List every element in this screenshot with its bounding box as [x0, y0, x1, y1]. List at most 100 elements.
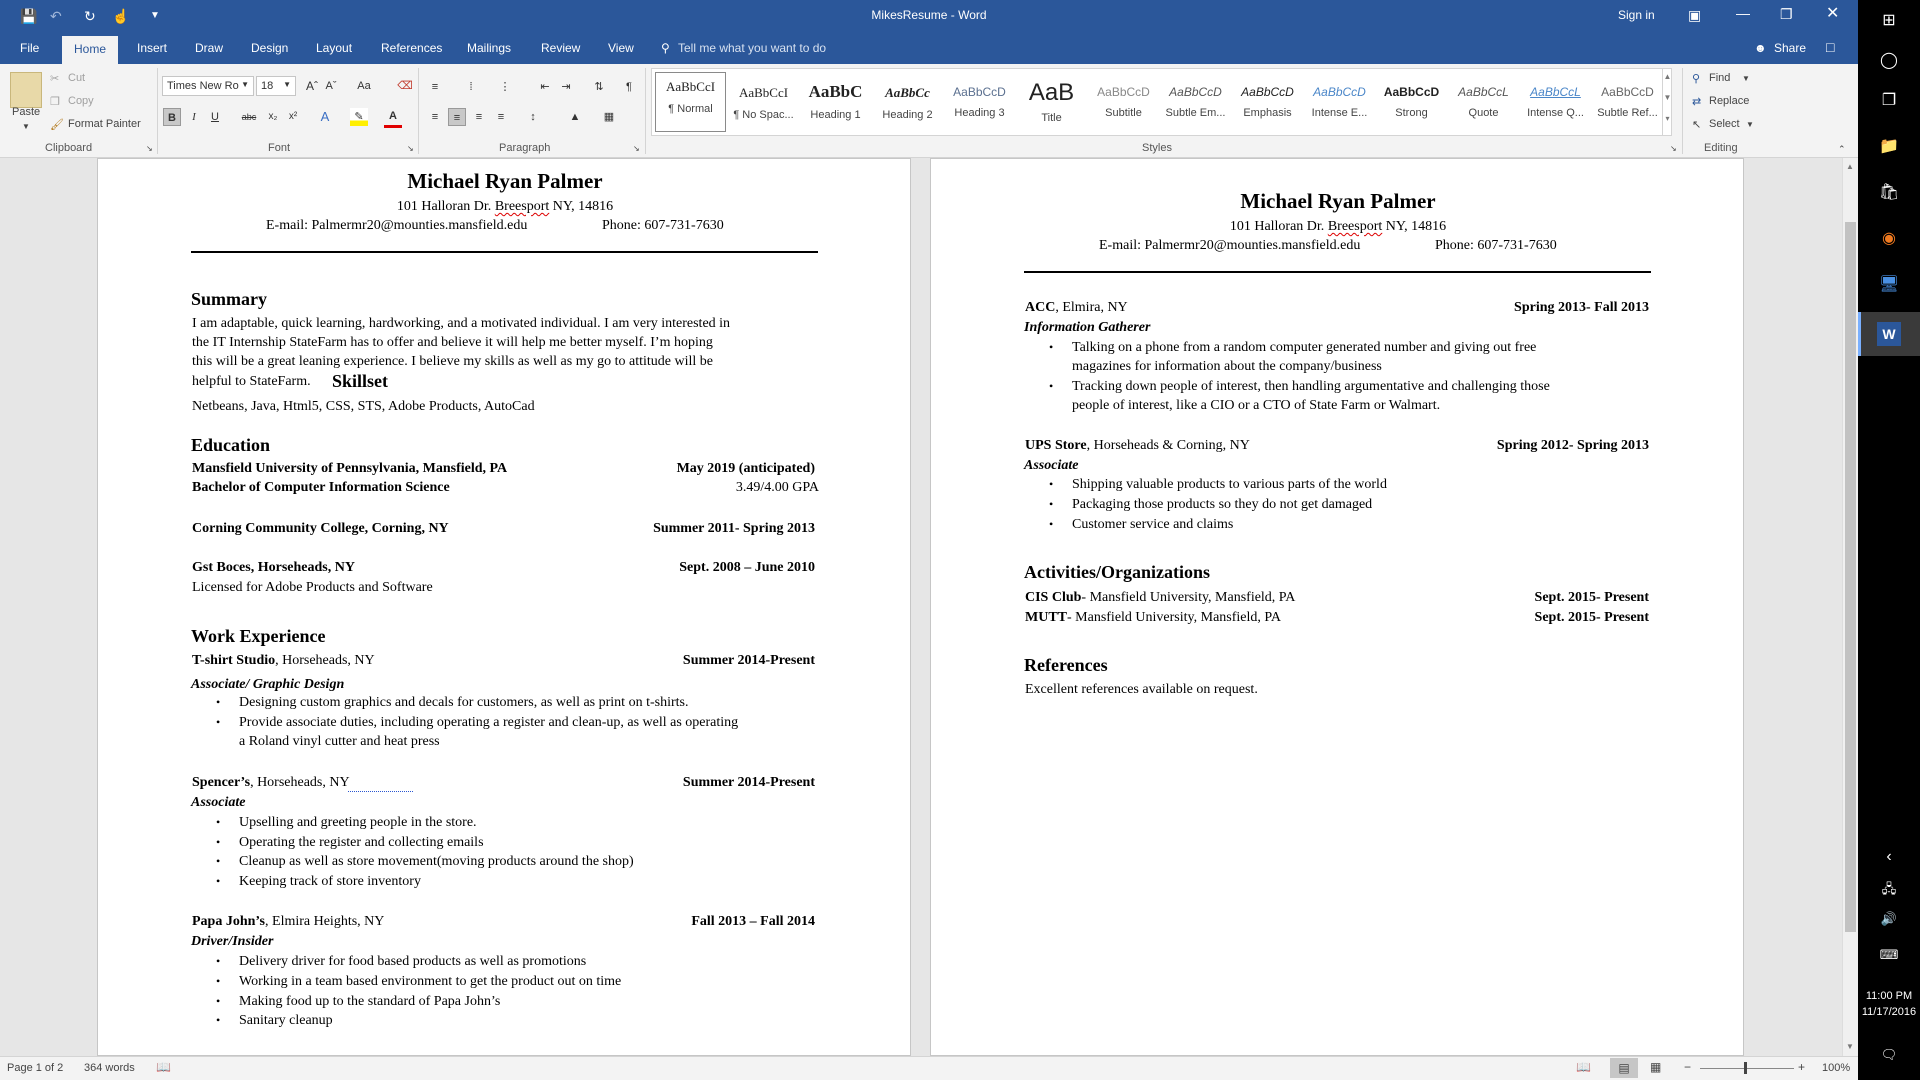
word-count[interactable]: 364 words	[84, 1062, 135, 1074]
grow-font-icon[interactable]: Aˆ	[303, 77, 321, 95]
scroll-up-icon[interactable]: ▲	[1846, 162, 1854, 171]
style-intense-quote[interactable]: AaBbCcL Intense Q...	[1520, 79, 1591, 135]
style-heading-3[interactable]: AaBbCcD Heading 3	[944, 79, 1015, 135]
shrink-font-icon[interactable]: Aˇ	[322, 77, 340, 95]
style-no-spacing[interactable]: AaBbCcI ¶ No Spac...	[728, 79, 799, 135]
zoom-level[interactable]: 100%	[1822, 1062, 1850, 1074]
text-effects-icon[interactable]: A	[316, 108, 334, 126]
paste-button[interactable]: Paste	[12, 106, 40, 118]
font-name-combo[interactable]: Times New Ro ▼	[162, 76, 254, 96]
clear-formatting-icon[interactable]: ⌫	[396, 77, 414, 95]
font-launcher-icon[interactable]: ↘	[407, 144, 414, 153]
remote-desktop-icon[interactable]: 🖥	[1876, 272, 1902, 298]
style-subtitle[interactable]: AaBbCcD Subtitle	[1088, 79, 1159, 135]
cortana-icon[interactable]: ◯	[1876, 48, 1902, 74]
tab-view[interactable]: View	[608, 41, 634, 55]
more-styles-icon[interactable]: ▾	[1663, 114, 1672, 123]
multilevel-list-icon[interactable]: ⋮	[496, 78, 514, 96]
align-right-icon[interactable]: ≡	[470, 108, 488, 126]
numbering-icon[interactable]: ⁞	[462, 78, 480, 96]
align-left-icon[interactable]: ≡	[426, 108, 444, 126]
style-emphasis[interactable]: AaBbCcD Emphasis	[1232, 79, 1303, 135]
task-view-icon[interactable]: ❐	[1876, 88, 1902, 114]
sign-in-link[interactable]: Sign in	[1618, 8, 1655, 22]
print-layout-icon[interactable]: ▤	[1610, 1058, 1638, 1078]
zoom-in-icon[interactable]: +	[1798, 1060, 1805, 1074]
zoom-slider[interactable]	[1700, 1068, 1794, 1069]
tab-mailings[interactable]: Mailings	[467, 41, 511, 55]
strikethrough-button[interactable]: abc	[240, 108, 258, 126]
style-intense-emphasis[interactable]: AaBbCcD Intense E...	[1304, 79, 1375, 135]
font-size-combo[interactable]: 18 ▼	[256, 76, 296, 96]
ribbon-display-options-icon[interactable]: ▣	[1688, 7, 1701, 23]
store-icon[interactable]: 🛍	[1876, 180, 1902, 206]
chevron-down-icon[interactable]: ▼	[1746, 120, 1754, 129]
share-button[interactable]: Share	[1774, 41, 1806, 55]
start-icon[interactable]: ⊞	[1876, 8, 1902, 34]
style-normal[interactable]: AaBbCcI ¶ Normal	[655, 72, 726, 132]
sort-icon[interactable]: ⇅	[590, 78, 608, 96]
vertical-scrollbar[interactable]: ▲ ▼	[1842, 158, 1858, 1056]
paste-icon[interactable]	[10, 72, 42, 108]
paste-dropdown-icon[interactable]: ▼	[22, 122, 30, 131]
style-subtle-reference[interactable]: AaBbCcD Subtle Ref...	[1592, 79, 1663, 135]
tab-layout[interactable]: Layout	[316, 41, 352, 55]
close-icon[interactable]: ✕	[1826, 6, 1839, 22]
tell-me-box[interactable]: Tell me what you want to do	[678, 41, 826, 55]
zoom-slider-thumb[interactable]	[1744, 1062, 1747, 1074]
tab-insert[interactable]: Insert	[137, 41, 167, 55]
clipboard-launcher-icon[interactable]: ↘	[146, 144, 153, 153]
justify-icon[interactable]: ≡	[492, 108, 510, 126]
align-center-icon[interactable]: ≡	[448, 108, 466, 126]
find-button[interactable]: Find	[1709, 72, 1730, 84]
tab-draw[interactable]: Draw	[195, 41, 223, 55]
styles-gallery-scroll[interactable]: ▲ ▼ ▾	[1662, 69, 1672, 135]
borders-icon[interactable]: ▦	[600, 108, 618, 126]
decrease-indent-icon[interactable]: ⇤	[536, 78, 554, 96]
style-heading-1[interactable]: AaBbC Heading 1	[800, 79, 871, 135]
style-strong[interactable]: AaBbCcD Strong	[1376, 79, 1447, 135]
line-spacing-icon[interactable]: ↕	[524, 108, 542, 126]
tab-references[interactable]: References	[381, 41, 442, 55]
shading-icon[interactable]: ▲	[566, 108, 584, 126]
underline-button[interactable]: U	[206, 108, 224, 126]
tab-review[interactable]: Review	[541, 41, 580, 55]
chevron-down-icon[interactable]: ▼	[1742, 74, 1750, 83]
font-color-icon[interactable]: A	[384, 108, 402, 128]
bold-button[interactable]: B	[163, 108, 181, 126]
show-formatting-icon[interactable]: ¶	[620, 78, 638, 96]
volume-icon[interactable]: 🔊	[1876, 906, 1902, 932]
keyboard-icon[interactable]: ⌨	[1876, 942, 1902, 968]
superscript-button[interactable]: x²	[284, 108, 302, 126]
scrollbar-thumb[interactable]	[1845, 222, 1856, 932]
style-quote[interactable]: AaBbCcL Quote	[1448, 79, 1519, 135]
chevron-up-icon[interactable]: ‹	[1876, 844, 1902, 870]
restore-icon[interactable]: ❐	[1780, 6, 1793, 22]
tab-file[interactable]: File	[20, 41, 39, 55]
increase-indent-icon[interactable]: ⇥	[557, 78, 575, 96]
firefox-icon[interactable]: ◉	[1876, 226, 1902, 252]
format-painter-button[interactable]: Format Painter	[68, 118, 141, 130]
select-button[interactable]: Select	[1709, 118, 1740, 130]
page-count[interactable]: Page 1 of 2	[7, 1062, 63, 1074]
italic-button[interactable]: I	[185, 108, 203, 126]
read-mode-icon[interactable]: 📖	[1576, 1060, 1591, 1074]
network-icon[interactable]: 🖧	[1876, 876, 1902, 902]
scroll-down-icon[interactable]: ▼	[1663, 93, 1672, 102]
tab-home[interactable]: Home	[62, 36, 119, 64]
style-subtle-emphasis[interactable]: AaBbCcD Subtle Em...	[1160, 79, 1231, 135]
style-heading-2[interactable]: AaBbCc Heading 2	[872, 79, 943, 135]
page-2[interactable]: Michael Ryan Palmer 101 Halloran Dr. Bre…	[930, 158, 1744, 1056]
copy-button[interactable]: Copy	[68, 95, 94, 107]
style-title[interactable]: AaB Title	[1016, 79, 1087, 135]
replace-button[interactable]: Replace	[1709, 95, 1749, 107]
paragraph-launcher-icon[interactable]: ↘	[633, 144, 640, 153]
minimize-icon[interactable]: —	[1736, 5, 1750, 21]
highlight-color-icon[interactable]: ✎	[350, 108, 368, 126]
clock-date[interactable]: 11/17/2016	[1858, 1006, 1920, 1018]
tab-design[interactable]: Design	[251, 41, 288, 55]
bullets-icon[interactable]: ≡	[426, 78, 444, 96]
proofing-icon[interactable]: 📖	[156, 1060, 171, 1074]
web-layout-icon[interactable]: ▦	[1650, 1060, 1661, 1074]
collapse-ribbon-icon[interactable]: ⌃	[1838, 144, 1846, 155]
